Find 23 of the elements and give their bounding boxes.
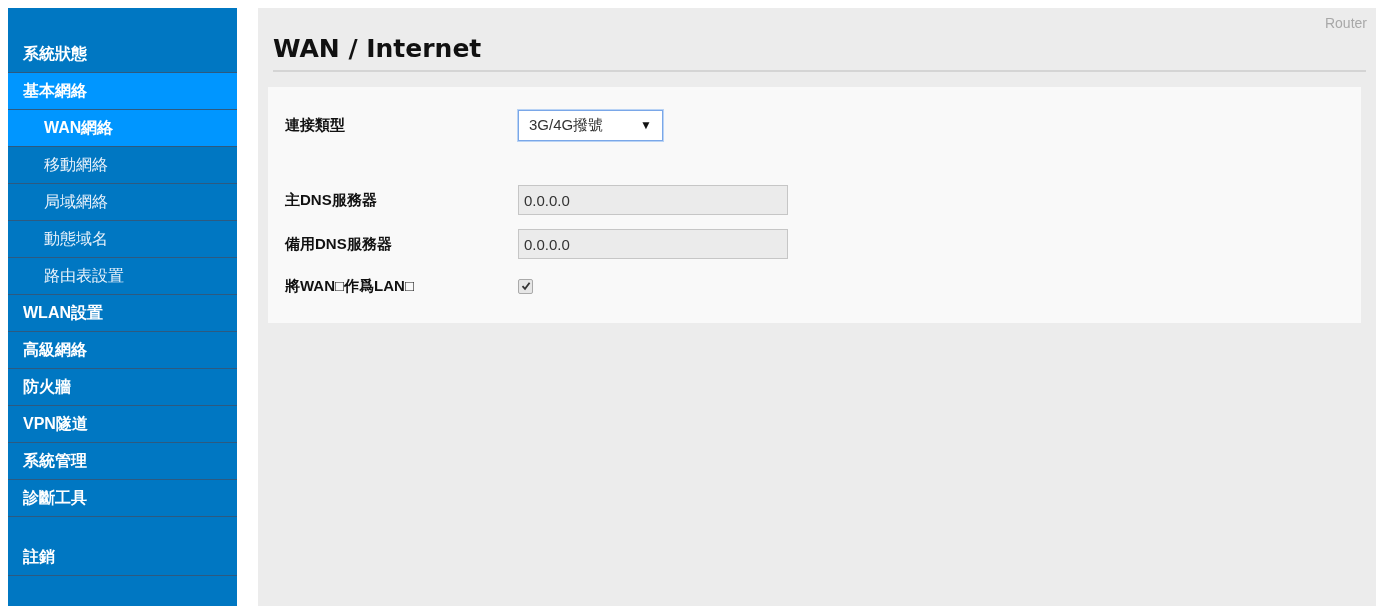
field-label: 連接類型 [284,115,346,135]
field-label: 主DNS服務器 [284,190,378,210]
field-label: 將WAN□作爲LAN□ [284,276,415,296]
dns-field[interactable]: 0.0.0.0 [518,185,788,215]
logout-link[interactable]: 註銷 [8,517,237,576]
nav-item[interactable]: 系統管理 [8,443,237,480]
nav-item[interactable]: 局域網絡 [8,184,237,221]
dns-field[interactable]: 0.0.0.0 [518,229,788,259]
nav-item[interactable]: 基本網絡 [8,73,237,110]
nav-item[interactable]: 高級網絡 [8,332,237,369]
nav-item[interactable]: 防火牆 [8,369,237,406]
page-title: WAN / Internet [273,34,483,63]
nav-item[interactable]: 診斷工具 [8,480,237,517]
nav-item[interactable]: 動態域名 [8,221,237,258]
nav-item[interactable]: VPN隧道 [8,406,237,443]
nav-item[interactable]: 路由表設置 [8,258,237,295]
nav-item[interactable]: WAN網絡 [8,110,237,147]
field-label: 備用DNS服務器 [283,234,393,254]
type-dropdown[interactable]: 3G/4G撥號 ▼ [518,109,663,141]
brand-label: Router [1324,15,1367,31]
nav-item[interactable]: WLAN設置 [8,295,237,332]
nav-item[interactable]: 移動網絡 [8,147,237,184]
checkbox[interactable] [518,278,533,294]
